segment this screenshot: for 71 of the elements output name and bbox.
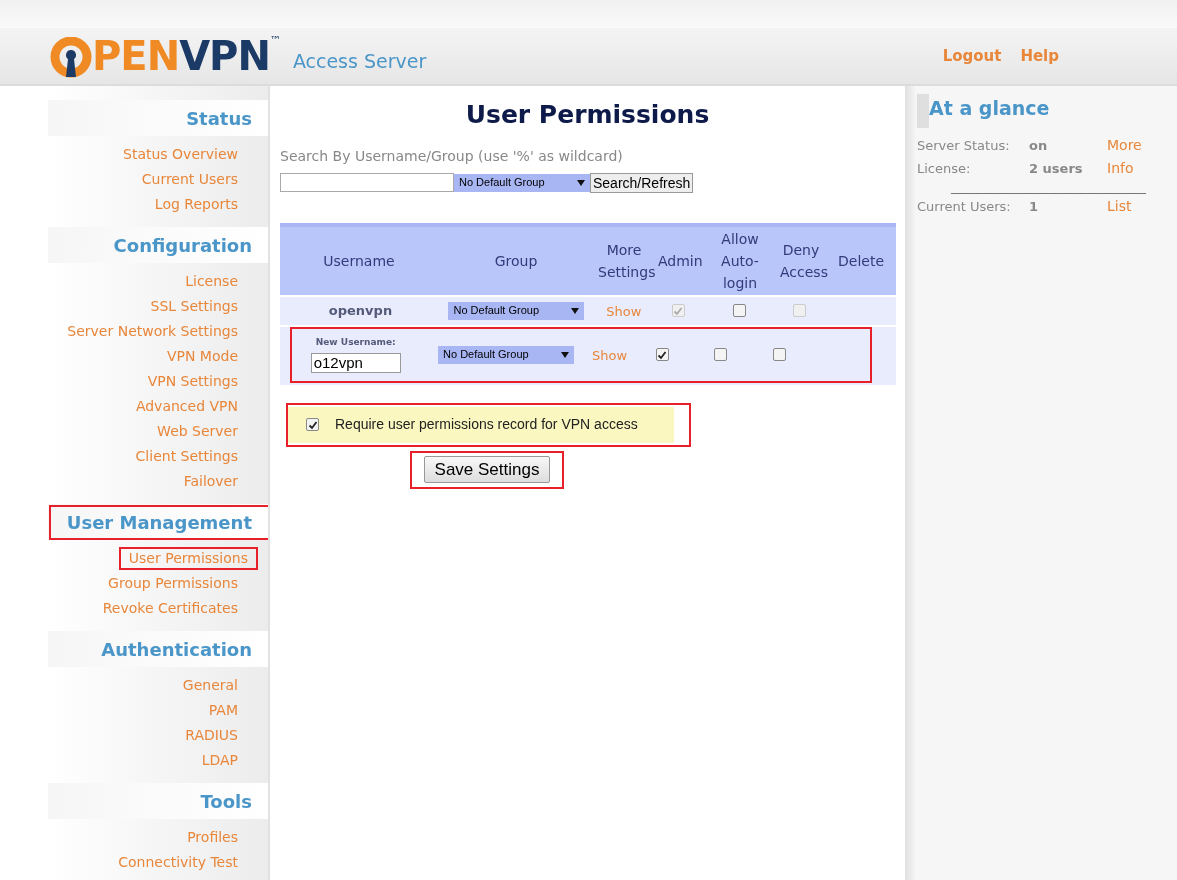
nav-link[interactable]: PAM: [200, 698, 246, 723]
nav-link[interactable]: Profiles: [179, 825, 246, 850]
header-link[interactable]: Logout: [942, 44, 1002, 68]
nav-link[interactable]: Current Users: [133, 167, 246, 192]
group-dropdown[interactable]: No Default Group: [438, 345, 575, 364]
nav-link[interactable]: Status Overview: [115, 142, 246, 167]
panel-link[interactable]: List: [1107, 195, 1132, 218]
section-heading: Tools: [199, 789, 253, 814]
nav-link[interactable]: SSL Settings: [142, 294, 246, 319]
nav-link[interactable]: VPN Mode: [158, 344, 246, 369]
header-link[interactable]: Help: [1020, 44, 1059, 68]
search-field[interactable]: [280, 173, 454, 192]
section-heading: Status: [185, 106, 253, 131]
section-heading: Configuration: [112, 233, 253, 258]
checkbox[interactable]: [306, 418, 319, 431]
page-title: User Permissions: [464, 99, 711, 131]
nav-link[interactable]: Advanced VPN: [127, 394, 246, 419]
column-header: Admin: [657, 251, 704, 271]
section-heading: Authentication: [100, 637, 253, 662]
nav-link[interactable]: VPN Settings: [139, 369, 246, 394]
keyhole-logo-icon: [50, 37, 92, 79]
show-link[interactable]: Show: [606, 303, 642, 319]
divider-line: ______________________________: [950, 180, 1147, 193]
column-header: Group: [493, 251, 539, 271]
show-link[interactable]: Show: [591, 347, 627, 363]
username-field[interactable]: o12vpn: [310, 353, 401, 374]
column-header: Delete: [837, 251, 885, 271]
username: openvpn: [328, 301, 393, 320]
column-header: More Settings: [597, 240, 654, 282]
section-heading: User Management: [48, 504, 270, 540]
column-header: Deny Access: [779, 240, 826, 282]
trademark-mark: ™: [269, 35, 281, 47]
nav-link[interactable]: License: [177, 269, 246, 294]
nav-link[interactable]: LDAP: [193, 748, 246, 773]
save-button[interactable]: Save Settings: [423, 456, 551, 483]
group-dropdown[interactable]: No Default Group: [448, 301, 585, 320]
nav-link[interactable]: Client Settings: [127, 444, 246, 469]
column-header: Allow Auto-login: [720, 229, 760, 293]
nav-link[interactable]: Connectivity Test: [110, 850, 246, 875]
nav-link[interactable]: User Permissions: [118, 547, 258, 570]
logo-text: PENVPN: [92, 33, 270, 79]
nav-link[interactable]: Failover: [175, 469, 246, 494]
stat-label: Server Status:: [917, 137, 1011, 155]
product-subtitle: Access Server: [292, 48, 427, 74]
column-header: Username: [322, 251, 396, 271]
checkbox[interactable]: [655, 348, 669, 361]
checkbox-label: Require user permissions record for VPN access: [335, 415, 638, 434]
search-label: Search By Username/Group (use '%' as wildcard): [280, 146, 624, 166]
field-label: New Username:: [315, 335, 396, 349]
nav-link[interactable]: Revoke Certificates: [94, 596, 246, 621]
caret-icon: [571, 307, 580, 314]
stat-label: Current Users:: [917, 198, 1012, 216]
panel-link[interactable]: More: [1107, 134, 1142, 157]
group-dropdown[interactable]: No Default Group: [454, 173, 590, 192]
caret-icon: [577, 179, 585, 186]
nav-link[interactable]: Web Server: [149, 419, 246, 444]
stat-value: 1: [1029, 198, 1040, 216]
checkbox[interactable]: [732, 304, 746, 317]
panel-link[interactable]: Info: [1107, 157, 1134, 180]
nav-link[interactable]: Server Network Settings: [59, 319, 246, 344]
nav-link[interactable]: General: [174, 673, 246, 698]
stat-label: License:: [917, 160, 972, 178]
checkbox[interactable]: [714, 348, 728, 361]
nav-link[interactable]: Group Permissions: [100, 571, 246, 596]
nav-link[interactable]: Log Reports: [146, 192, 246, 217]
caret-icon: [561, 351, 570, 358]
search-button[interactable]: Search/Refresh: [590, 172, 694, 193]
stat-value: on: [1029, 137, 1049, 155]
checkbox[interactable]: [772, 348, 786, 361]
nav-link[interactable]: RADIUS: [177, 723, 246, 748]
stat-value: 2 users: [1029, 160, 1084, 178]
